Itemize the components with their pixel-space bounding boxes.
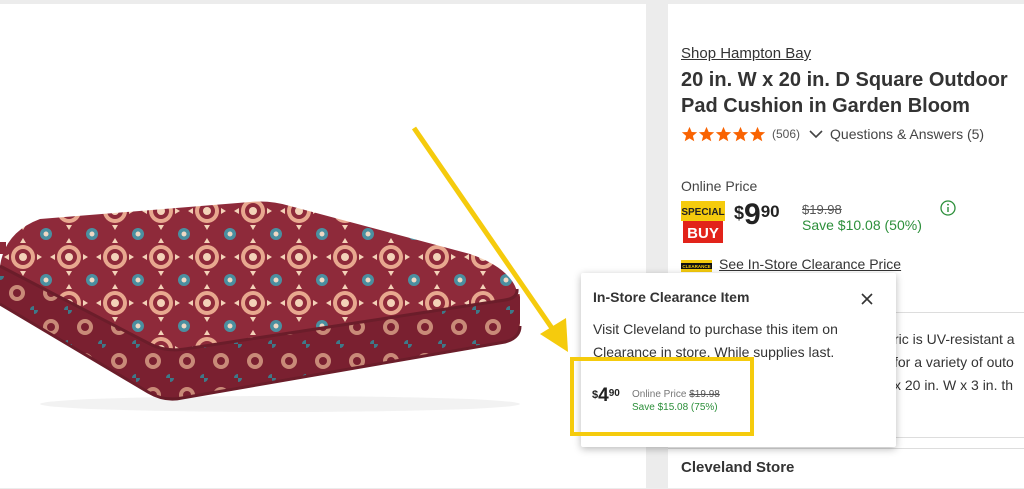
online-price-label: Online Price (681, 178, 758, 194)
review-count[interactable]: (506) (772, 127, 800, 141)
price-whole: 9 (744, 198, 761, 231)
highlight-box (570, 357, 754, 436)
price-dollar-sign: $ (734, 203, 745, 223)
brand-link[interactable]: Shop Hampton Bay (681, 45, 811, 62)
star-icon (732, 126, 749, 141)
star-icon (698, 126, 715, 141)
info-icon[interactable] (940, 200, 956, 216)
close-icon[interactable] (859, 291, 875, 307)
special-buy-bottom-text: BUY (687, 225, 719, 242)
star-icon (749, 126, 766, 141)
special-buy-top-text: SPECIAL (681, 207, 724, 218)
divider (668, 448, 1024, 449)
star-rating[interactable] (681, 126, 766, 143)
product-title-line2: Pad Cushion in Garden Bloom (681, 95, 970, 117)
store-name[interactable]: Cleveland Store (681, 459, 794, 476)
product-image-panel (0, 4, 646, 488)
current-price: $ 9 90 (734, 198, 780, 232)
star-icon (681, 126, 698, 141)
was-price: $19.98 (802, 202, 842, 217)
clearance-tag-icon: CLEARANCE (681, 260, 712, 272)
product-title: 20 in. W x 20 in. D Square Outdoor Pad C… (681, 67, 1024, 119)
in-store-clearance-link[interactable]: See In-Store Clearance Price (719, 256, 901, 272)
chevron-down-icon[interactable] (808, 126, 824, 142)
special-buy-badge: SPECIAL BUY (681, 201, 725, 243)
product-title-line1: 20 in. W x 20 in. D Square Outdoor (681, 69, 1008, 91)
clearance-tag-text: CLEARANCE (682, 264, 710, 269)
questions-answers-link[interactable]: Questions & Answers (5) (830, 126, 984, 142)
rating-row: (506) Questions & Answers (5) (681, 124, 984, 144)
product-image[interactable] (0, 4, 646, 488)
savings-text: Save $10.08 (50%) (802, 217, 922, 233)
star-icon (715, 126, 732, 141)
price-cents: 90 (760, 202, 780, 221)
popup-title: In-Store Clearance Item (593, 289, 750, 305)
